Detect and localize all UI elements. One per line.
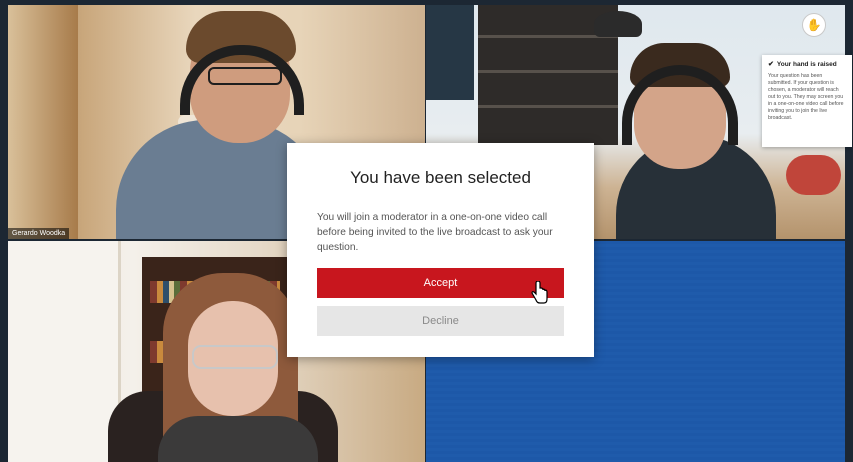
- raise-hand-button[interactable]: ✋: [802, 13, 826, 37]
- background-door: [8, 5, 78, 239]
- check-icon: ✔: [768, 61, 774, 68]
- bookcase-shelf: [478, 70, 618, 73]
- participant-name-tag: Gerardo Woodka: [8, 228, 70, 239]
- toast-body: Your question has been submitted. If you…: [768, 73, 844, 122]
- background-door: [8, 241, 121, 462]
- bookcase-shelf: [478, 105, 618, 108]
- toast-title: ✔ Your hand is raised: [768, 60, 846, 69]
- background-lamp: [594, 11, 642, 37]
- selection-dialog: You have been selected You will join a m…: [287, 143, 594, 357]
- accept-button[interactable]: Accept: [317, 268, 564, 298]
- participant-body: [158, 416, 318, 462]
- glasses: [208, 67, 282, 85]
- background-window: [426, 5, 474, 100]
- decline-button[interactable]: Decline: [317, 306, 564, 336]
- hand-raised-icon: ✋: [806, 18, 822, 32]
- dialog-title: You have been selected: [350, 168, 531, 187]
- pointer-cursor-icon: [531, 281, 548, 304]
- toast-title-text: Your hand is raised: [776, 60, 837, 68]
- background-toy: [786, 155, 841, 195]
- dialog-message: You will join a moderator in a one-on-on…: [317, 212, 553, 253]
- glasses: [192, 345, 278, 369]
- hand-raised-toast: ✔ Your hand is raised Your question has …: [762, 55, 852, 147]
